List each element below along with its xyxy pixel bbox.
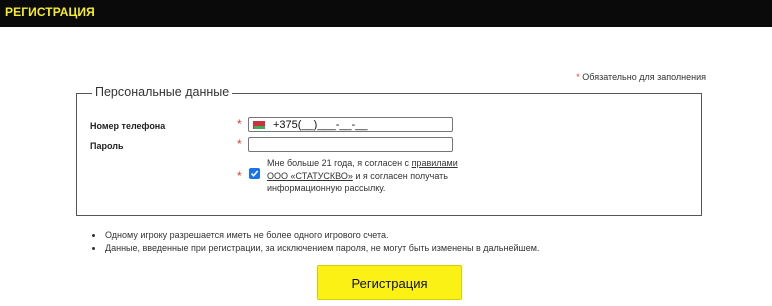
phone-input[interactable]: +375(__)___-__-__ — [248, 117, 453, 132]
consent-required-star: * — [237, 169, 242, 183]
password-label: Пароль — [90, 141, 124, 151]
phone-label: Номер телефона — [90, 121, 166, 131]
note-item: Одному игроку разрешается иметь не более… — [92, 229, 539, 242]
phone-input-value: +375(__)___-__-__ — [273, 119, 368, 131]
top-bar: РЕГИСТРАЦИЯ — [0, 0, 772, 27]
registration-notes: Одному игроку разрешается иметь не более… — [92, 229, 539, 254]
note-item: Данные, введенные при регистрации, за ис… — [92, 242, 539, 255]
required-note-text: Обязательно для заполнения — [582, 72, 706, 82]
register-button[interactable]: Регистрация — [317, 265, 462, 300]
bullet-icon — [92, 246, 95, 250]
belarus-flag-icon[interactable] — [252, 121, 265, 129]
checkmark-icon — [250, 170, 259, 177]
page-title: РЕГИСТРАЦИЯ — [5, 5, 95, 19]
password-input[interactable] — [248, 137, 453, 152]
password-required-star: * — [237, 137, 242, 151]
consent-text-before: Мне больше 21 года, я согласен с — [267, 158, 412, 168]
consent-text: Мне больше 21 года, я согласен с правила… — [267, 157, 467, 195]
consent-checkbox[interactable] — [249, 168, 260, 179]
phone-required-star: * — [237, 117, 242, 131]
required-star: * — [576, 72, 580, 82]
bullet-icon — [92, 234, 95, 237]
note-text: Одному игроку разрешается иметь не более… — [105, 230, 389, 240]
section-title: Персональные данные — [92, 85, 233, 99]
required-note: * Обязательно для заполнения — [576, 72, 706, 82]
note-text: Данные, введенные при регистрации, за ис… — [105, 242, 540, 253]
personal-data-fieldset — [76, 93, 702, 216]
